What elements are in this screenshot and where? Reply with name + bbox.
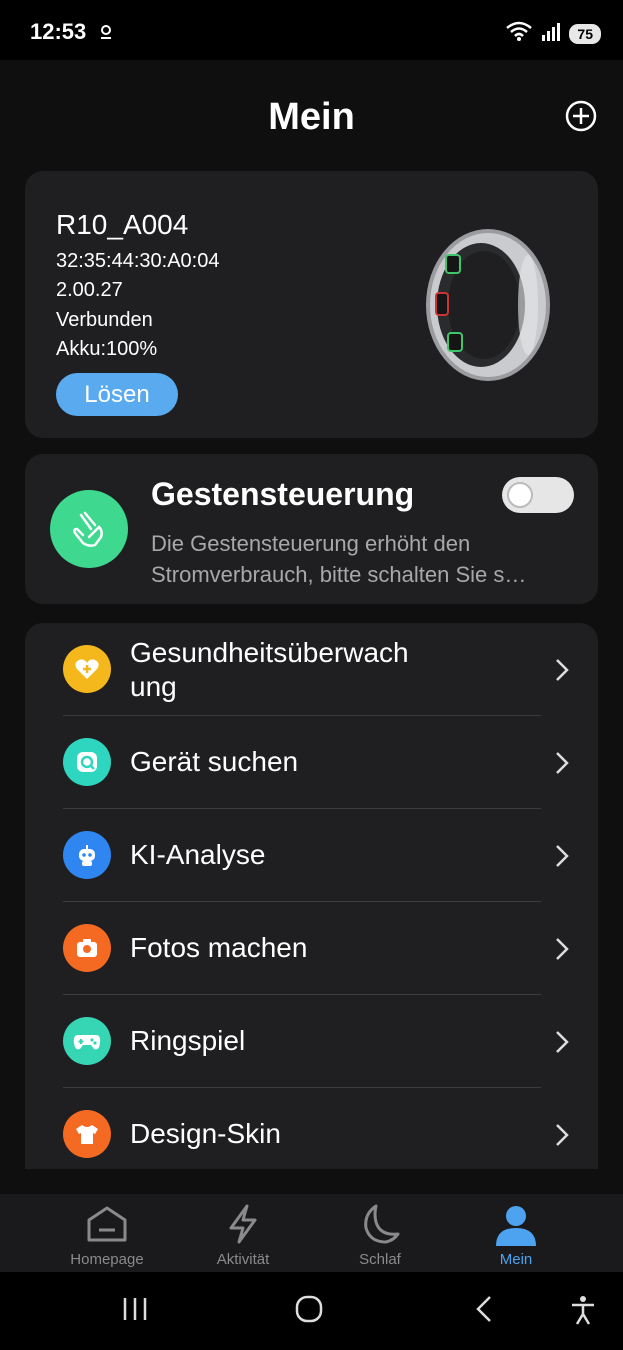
- moon-icon: [364, 1204, 400, 1244]
- menu-label-ring-game: Ringspiel: [130, 1025, 246, 1056]
- menu-label-find-device: Gerät suchen: [130, 746, 299, 777]
- chevron-right-icon: [556, 1031, 569, 1053]
- gesture-title: Gestensteuerung: [151, 476, 415, 512]
- tshirt-icon: [63, 1110, 111, 1158]
- status-bar: 12:53 75: [0, 0, 623, 60]
- back-arrow-icon: [476, 1296, 491, 1322]
- accessibility-icon: [572, 1296, 594, 1325]
- camera-icon: [63, 924, 111, 972]
- gesture-description: Die Gestensteuerung erhöht den Stromverb…: [151, 531, 527, 587]
- tab-sleep[interactable]: Schlaf: [325, 1194, 435, 1272]
- system-nav-bar: [0, 1272, 623, 1350]
- signal-icon: [541, 21, 561, 46]
- gesture-control-card: Gestensteuerung Die Gestensteuerung erhö…: [25, 454, 598, 604]
- menu-label-ai-analysis: KI-Analyse: [130, 839, 266, 870]
- bottom-tab-bar: Homepage Aktivität Schlaf Mein: [0, 1194, 623, 1272]
- page-title: Mein: [268, 96, 355, 138]
- back-button[interactable]: [470, 1294, 500, 1329]
- menu-item-take-photos[interactable]: Fotos machen: [25, 902, 598, 995]
- tab-homepage[interactable]: Homepage: [52, 1194, 162, 1272]
- status-time: 12:53: [30, 19, 87, 44]
- menu-label-take-photos: Fotos machen: [130, 932, 308, 963]
- recent-apps-button[interactable]: [120, 1294, 150, 1329]
- gesture-hand-icon: [50, 490, 128, 568]
- tab-label-homepage: Homepage: [70, 1251, 144, 1268]
- menu-item-ring-game[interactable]: Ringspiel: [25, 995, 598, 1088]
- add-device-button[interactable]: [565, 100, 597, 132]
- tab-activity[interactable]: Aktivität: [188, 1194, 298, 1272]
- chevron-right-icon: [556, 752, 569, 774]
- battery-indicator: 75: [569, 23, 601, 44]
- plus-circle-icon: [565, 100, 597, 132]
- menu-list: Gesundheitsüberwach ung Gerät suchen KI-…: [25, 623, 598, 1169]
- chevron-right-icon: [556, 845, 569, 867]
- home-nav-button[interactable]: [294, 1294, 324, 1329]
- device-version: 2.00.27: [56, 279, 123, 301]
- search-device-icon: [63, 738, 111, 786]
- gamepad-icon: [63, 1017, 111, 1065]
- tab-mein[interactable]: Mein: [461, 1194, 571, 1272]
- device-status: Verbunden: [56, 309, 153, 331]
- home-icon: [87, 1206, 127, 1242]
- toggle-knob: [507, 482, 533, 508]
- disconnect-button[interactable]: Lösen: [56, 373, 178, 416]
- notification-icon: [98, 24, 114, 47]
- menu-item-ai-analysis[interactable]: KI-Analyse: [25, 809, 598, 902]
- accessibility-button[interactable]: [568, 1294, 598, 1331]
- smart-ring-image: [418, 223, 558, 393]
- person-icon: [496, 1206, 536, 1246]
- device-name: R10_A004: [56, 209, 189, 240]
- tab-label-mein: Mein: [499, 1251, 533, 1268]
- recent-apps-icon: [123, 1298, 147, 1320]
- menu-item-find-device[interactable]: Gerät suchen: [25, 716, 598, 809]
- menu-label-design-skin: Design-Skin: [130, 1118, 281, 1149]
- device-battery: Akku:100%: [56, 338, 158, 360]
- tab-label-activity: Aktivität: [216, 1251, 270, 1268]
- robot-icon: [63, 831, 111, 879]
- wifi-icon: [505, 20, 533, 47]
- menu-item-health-monitoring[interactable]: Gesundheitsüberwach ung: [25, 623, 598, 716]
- chevron-right-icon: [556, 938, 569, 960]
- chevron-right-icon: [556, 659, 569, 681]
- device-card[interactable]: R10_A004 32:35:44:30:A0:04 2.00.27 Verbu…: [25, 171, 598, 438]
- menu-item-design-skin[interactable]: Design-Skin: [25, 1088, 598, 1181]
- gesture-toggle[interactable]: [502, 477, 574, 513]
- device-mac: 32:35:44:30:A0:04: [56, 250, 220, 272]
- home-nav-icon: [295, 1295, 323, 1323]
- chevron-right-icon: [556, 1124, 569, 1146]
- heart-plus-icon: [63, 645, 111, 693]
- menu-label-health-monitoring: Gesundheitsüberwach ung: [130, 637, 409, 702]
- tab-label-sleep: Schlaf: [359, 1251, 401, 1268]
- lightning-icon: [229, 1204, 257, 1244]
